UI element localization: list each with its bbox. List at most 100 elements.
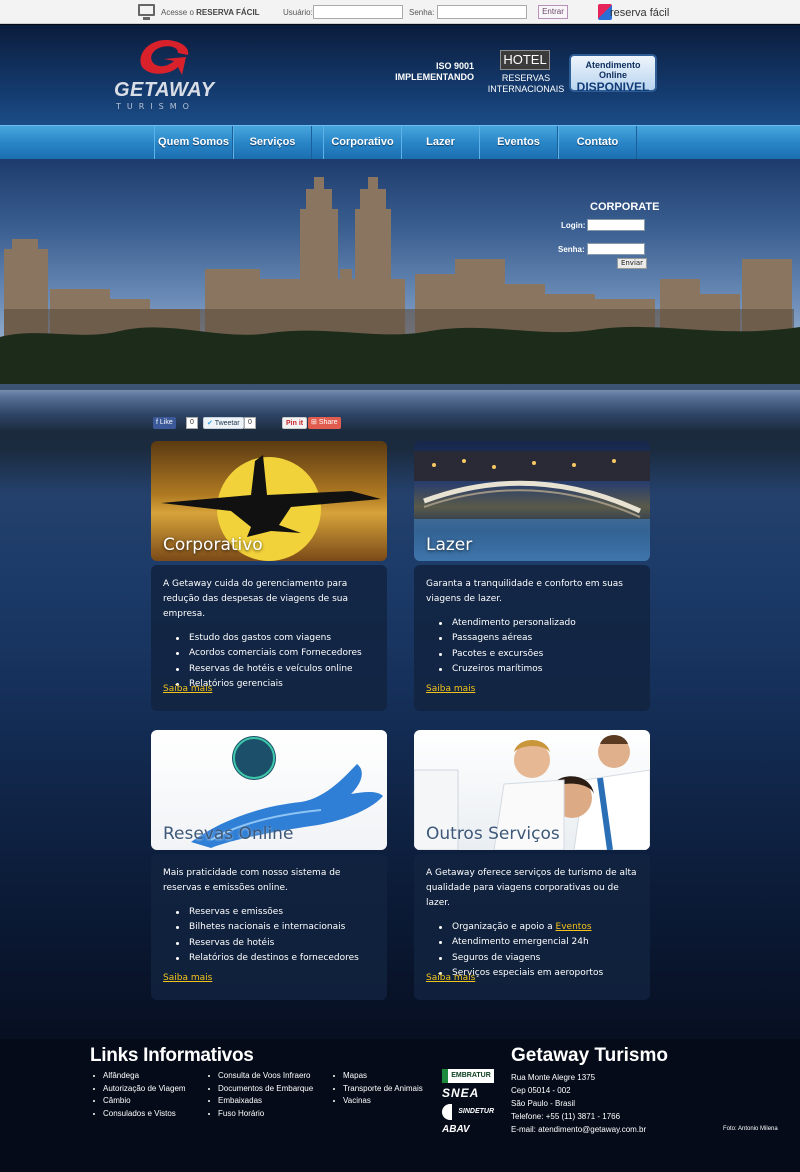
- footer-link[interactable]: Transporte de Animais: [331, 1083, 423, 1096]
- footer-link[interactable]: Consulta de Voos Infraero: [206, 1070, 313, 1083]
- saiba-mais-link[interactable]: Saiba mais: [426, 971, 475, 986]
- list-item: Acordos comerciais com Fornecedores: [176, 646, 375, 661]
- footer-link[interactable]: Autorização de Viagem: [91, 1083, 186, 1096]
- list-item: Pacotes e excursões: [439, 647, 638, 662]
- footer-link[interactable]: Câmbio: [91, 1095, 186, 1108]
- footer-link[interactable]: Fuso Horário: [206, 1108, 313, 1121]
- company-cep: Cep 05014 - 002: [511, 1086, 571, 1095]
- list-item: Passagens aéreas: [439, 631, 638, 646]
- logo-name: GETAWAY: [114, 79, 215, 101]
- corporativo-image[interactable]: Corporativo: [151, 441, 387, 561]
- password-input[interactable]: [437, 5, 527, 19]
- list-item: Estudo dos gastos com viagens: [176, 631, 375, 646]
- site-header: GETAWAY TURISMO ISO 9001 IMPLEMENTANDO H…: [0, 25, 800, 125]
- list-item: Atendimento emergencial 24h: [439, 935, 638, 950]
- list-item: Atendimento personalizado: [439, 616, 638, 631]
- nav-eventos[interactable]: Eventos: [479, 126, 558, 160]
- corporate-login-input[interactable]: [587, 219, 645, 231]
- footer-links-col2: Consulta de Voos Infraero Documentos de …: [206, 1070, 313, 1120]
- company-city: São Paulo - Brasil: [511, 1099, 576, 1108]
- corporate-password-label: Senha:: [558, 245, 585, 254]
- pinterest-button[interactable]: Pin it: [282, 417, 308, 429]
- reservas-online-image[interactable]: Resevas Online: [151, 730, 387, 850]
- footer-link[interactable]: Alfândega: [91, 1070, 186, 1083]
- saiba-mais-link[interactable]: Saiba mais: [426, 682, 475, 697]
- lazer-image[interactable]: Lazer: [414, 441, 650, 561]
- iso-line2: IMPLEMENTANDO: [395, 72, 474, 82]
- user-label: Usuário:: [283, 8, 313, 17]
- card-list: Atendimento personalizado Passagens aére…: [439, 616, 638, 677]
- card-intro: Garanta a tranquilidade e conforto em su…: [426, 579, 623, 604]
- reserva-facil-logo-text: reserva fácil: [610, 7, 670, 19]
- logo-sub: TURISMO: [116, 102, 195, 111]
- monitor-icon: [138, 4, 155, 20]
- saiba-mais-link[interactable]: Saiba mais: [163, 682, 212, 697]
- list-item: Cruzeiros marítimos: [439, 662, 638, 677]
- card-caption: Corporativo: [163, 535, 263, 555]
- embratur-logo[interactable]: EMBRATUR: [442, 1069, 494, 1083]
- share-button[interactable]: ⊞ Share: [308, 417, 341, 429]
- reserva-facil-logo[interactable]: reserva fácil: [598, 3, 678, 21]
- company-phone: Telefone: +55 (11) 3871 - 1766: [511, 1112, 621, 1121]
- outros-servicos-image[interactable]: Outros Serviços: [414, 730, 650, 850]
- card-list: Reservas e emissões Bilhetes nacionais e…: [176, 905, 375, 966]
- tweet-button[interactable]: ✔ Tweetar: [203, 417, 244, 429]
- share-icon: ⊞: [311, 419, 319, 426]
- corporate-password-input[interactable]: [587, 243, 645, 255]
- getaway-swoosh-icon: [140, 39, 189, 75]
- eventos-link[interactable]: Eventos: [556, 922, 592, 932]
- nav-corporativo[interactable]: Corporativo: [323, 126, 402, 160]
- links-title: Links Informativos: [90, 1045, 254, 1066]
- card-body: A Getaway cuida do gerenciamento para re…: [151, 565, 387, 711]
- getaway-logo[interactable]: GETAWAY TURISMO: [112, 35, 215, 115]
- list-item: Reservas de hotéis e veículos online: [176, 662, 375, 677]
- footer-link[interactable]: Vacinas: [331, 1095, 423, 1108]
- list-item: Reservas e emissões: [176, 905, 375, 920]
- card-caption: Resevas Online: [163, 824, 294, 844]
- iso-line1: ISO 9001: [435, 61, 474, 71]
- card-body: A Getaway oferece serviços de turismo de…: [414, 854, 650, 1000]
- list-item: Bilhetes nacionais e internacionais: [176, 920, 375, 935]
- nav-lazer[interactable]: Lazer: [401, 126, 480, 160]
- company-address: Rua Monte Alegre 1375: [511, 1073, 596, 1082]
- site-footer: Links Informativos Alfândega Autorização…: [0, 1039, 800, 1172]
- snea-logo[interactable]: SNEA: [442, 1086, 494, 1100]
- reserva-facil-access-text: Acesse o RESERVA FÁCIL: [161, 8, 260, 17]
- sindetur-logo[interactable]: SINDETUR: [442, 1104, 494, 1120]
- twitter-icon: ✔: [207, 420, 215, 427]
- share-label: Share: [318, 419, 338, 426]
- list-item: Relatórios de destinos e fornecedores: [176, 951, 375, 966]
- footer-link[interactable]: Documentos de Embarque: [206, 1083, 313, 1096]
- card-intro: Mais praticidade com nosso sistema de re…: [163, 868, 341, 893]
- footer-link[interactable]: Embaixadas: [206, 1095, 313, 1108]
- facebook-like-button[interactable]: f Like: [153, 417, 176, 429]
- hotel-subtitle: RESERVAS INTERNACIONAIS: [486, 73, 566, 95]
- enter-button[interactable]: Entrar: [538, 5, 568, 19]
- footer-links-col1: Alfândega Autorização de Viagem Câmbio C…: [91, 1070, 186, 1120]
- list-item: Seguros de viagens: [439, 951, 638, 966]
- footer-link[interactable]: Consulados e Vistos: [91, 1108, 186, 1121]
- abav-logo[interactable]: ABAV: [442, 1124, 494, 1138]
- iso-badge: ISO 9001 IMPLEMENTANDO: [388, 61, 474, 83]
- hotel-badge[interactable]: HOTEL: [500, 50, 550, 70]
- saiba-mais-link[interactable]: Saiba mais: [163, 971, 212, 986]
- tweet-count: 0: [244, 417, 256, 429]
- user-input[interactable]: [313, 5, 403, 19]
- hotel-sub1: RESERVAS: [501, 73, 551, 83]
- password-label: Senha:: [409, 8, 435, 17]
- footer-link[interactable]: Mapas: [331, 1070, 423, 1083]
- nav-quem-somos[interactable]: Quem Somos: [154, 126, 233, 160]
- nav-servicos[interactable]: Serviços: [233, 126, 312, 160]
- online-support-button[interactable]: Atendimento Online DISPONIVEL: [569, 54, 657, 94]
- company-email[interactable]: E-mail: atendimento@getaway.com.br: [511, 1125, 646, 1134]
- corporate-send-button[interactable]: Enviar: [617, 258, 647, 269]
- access-brand: RESERVA FÁCIL: [196, 8, 260, 17]
- list-item: Reservas de hotéis: [176, 936, 375, 951]
- nav-contato[interactable]: Contato: [558, 126, 637, 160]
- like-count: 0: [186, 417, 198, 429]
- access-text: Acesse o: [161, 8, 194, 17]
- tweet-label: Tweetar: [214, 420, 240, 427]
- online-line1: Atendimento Online: [585, 60, 641, 80]
- card-body: Garanta a tranquilidade e conforto em su…: [414, 565, 650, 711]
- card-caption: Lazer: [426, 535, 473, 555]
